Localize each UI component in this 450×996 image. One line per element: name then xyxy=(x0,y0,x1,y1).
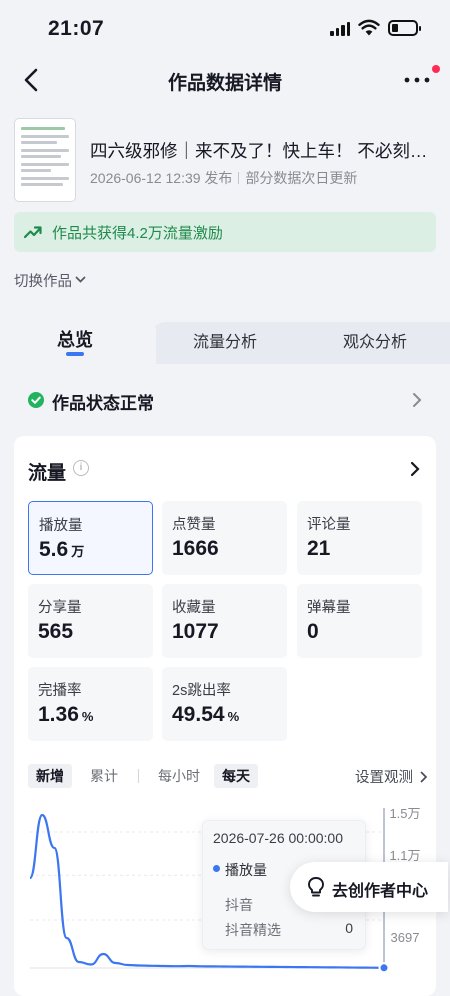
trend-up-icon xyxy=(24,226,42,239)
tooltip-time: 2026-07-26 00:00:00 xyxy=(213,830,343,846)
lightbulb-icon xyxy=(308,877,324,897)
nav-bar: 作品数据详情 xyxy=(0,56,450,104)
metric-value: 1.36% xyxy=(38,703,94,726)
wifi-icon xyxy=(358,19,380,36)
publish-time: 2026-06-12 12:39 发布 xyxy=(90,170,233,186)
notification-dot xyxy=(432,65,440,73)
tab-overview[interactable]: 总览 xyxy=(0,326,150,352)
metric-label: 播放量 xyxy=(39,518,83,534)
metric-value: 1666 xyxy=(172,537,219,560)
chevron-down-icon xyxy=(75,276,86,283)
traffic-title: 流量 xyxy=(28,463,67,484)
metric-label: 2s跳出率 xyxy=(172,683,231,699)
metric-shares[interactable]: 分享量 565 xyxy=(28,584,153,658)
metric-value: 0 xyxy=(307,620,319,643)
metric-comments[interactable]: 评论量 21 xyxy=(297,501,422,575)
filter-hourly[interactable]: 每小时 xyxy=(150,764,208,788)
tooltip-series: 播放量 xyxy=(225,862,267,878)
y-tick-label: 3697 xyxy=(391,930,420,945)
info-icon[interactable]: i xyxy=(73,460,89,476)
creator-center-label: 去创作者中心 xyxy=(332,883,429,900)
switch-work-label: 切换作品 xyxy=(14,274,72,290)
work-status-text: 作品状态正常 xyxy=(52,394,154,413)
y-tick-label: 1.1万 xyxy=(389,848,420,863)
set-observe-label: 设置观测 xyxy=(354,770,413,786)
series-dot xyxy=(213,865,220,872)
tooltip-row-label: 抖音 xyxy=(225,897,253,913)
work-meta: 2026-06-12 12:39 发布 部分数据次日更新 xyxy=(90,168,357,188)
metric-2s-bounce-rate[interactable]: 2s跳出率 49.54% xyxy=(162,667,287,741)
metric-label: 点赞量 xyxy=(172,517,216,533)
metric-label: 完播率 xyxy=(38,683,82,699)
work-thumbnail[interactable] xyxy=(14,118,76,202)
selected-point xyxy=(378,962,390,974)
metric-value: 1077 xyxy=(172,620,219,643)
chevron-right-icon[interactable] xyxy=(410,461,420,477)
metric-value: 49.54% xyxy=(172,703,240,726)
chart-filter-row: 新增 累计 每小时 每天 设置观测 xyxy=(28,762,428,790)
chevron-right-icon xyxy=(413,393,422,407)
status-bar: 21:07 xyxy=(0,0,450,56)
work-status-row[interactable]: 作品状态正常 xyxy=(14,376,436,424)
metric-danmaku[interactable]: 弹幕量 0 xyxy=(297,584,422,658)
status-time: 21:07 xyxy=(48,17,105,40)
metric-value: 5.6 万 xyxy=(39,538,85,561)
metric-value: 565 xyxy=(38,620,74,643)
tab-bar: 总览 流量分析 观众分析 xyxy=(0,312,450,372)
tab-audience-analysis[interactable]: 观众分析 xyxy=(300,328,450,352)
signal-icon xyxy=(330,22,352,36)
battery-icon xyxy=(388,20,421,36)
incentive-banner: 作品共获得4.2万流量激励 xyxy=(14,212,436,252)
more-icon[interactable] xyxy=(402,70,432,90)
tab-active-indicator xyxy=(66,352,84,356)
tooltip-row-value: 0 xyxy=(345,920,353,936)
metric-label: 分享量 xyxy=(38,600,82,616)
metric-plays[interactable]: 播放量 5.6 万 xyxy=(28,501,153,575)
metric-label: 评论量 xyxy=(307,517,351,533)
metric-completion-rate[interactable]: 完播率 1.36% xyxy=(28,667,153,741)
incentive-text: 作品共获得4.2万流量激励 xyxy=(52,225,223,242)
page-title: 作品数据详情 xyxy=(167,73,282,94)
check-circle-icon xyxy=(28,392,44,408)
metric-value: 21 xyxy=(307,537,331,560)
metric-favorites[interactable]: 收藏量 1077 xyxy=(162,584,287,658)
y-tick-label: 1.5万 xyxy=(389,806,420,821)
filter-new[interactable]: 新增 xyxy=(28,764,72,788)
metric-label: 弹幕量 xyxy=(307,600,351,616)
work-title: 四六级邪修｜来不及了！快上车！ 不必刻意… xyxy=(90,141,440,161)
work-card[interactable]: 四六级邪修｜来不及了！快上车！ 不必刻意… 2026-06-12 12:39 发… xyxy=(14,118,440,202)
metric-likes[interactable]: 点赞量 1666 xyxy=(162,501,287,575)
metric-label: 收藏量 xyxy=(172,600,216,616)
creator-center-button[interactable]: 去创作者中心 xyxy=(290,862,448,912)
chevron-right-icon xyxy=(420,771,428,783)
filter-daily[interactable]: 每天 xyxy=(214,764,258,788)
tab-traffic-analysis[interactable]: 流量分析 xyxy=(150,328,300,352)
switch-work-button[interactable]: 切换作品 xyxy=(14,270,86,291)
set-observe-button[interactable]: 设置观测 xyxy=(355,766,428,787)
tooltip-row-label: 抖音精选 xyxy=(225,922,281,938)
filter-cumulative[interactable]: 累计 xyxy=(82,764,126,788)
update-note: 部分数据次日更新 xyxy=(245,170,358,186)
